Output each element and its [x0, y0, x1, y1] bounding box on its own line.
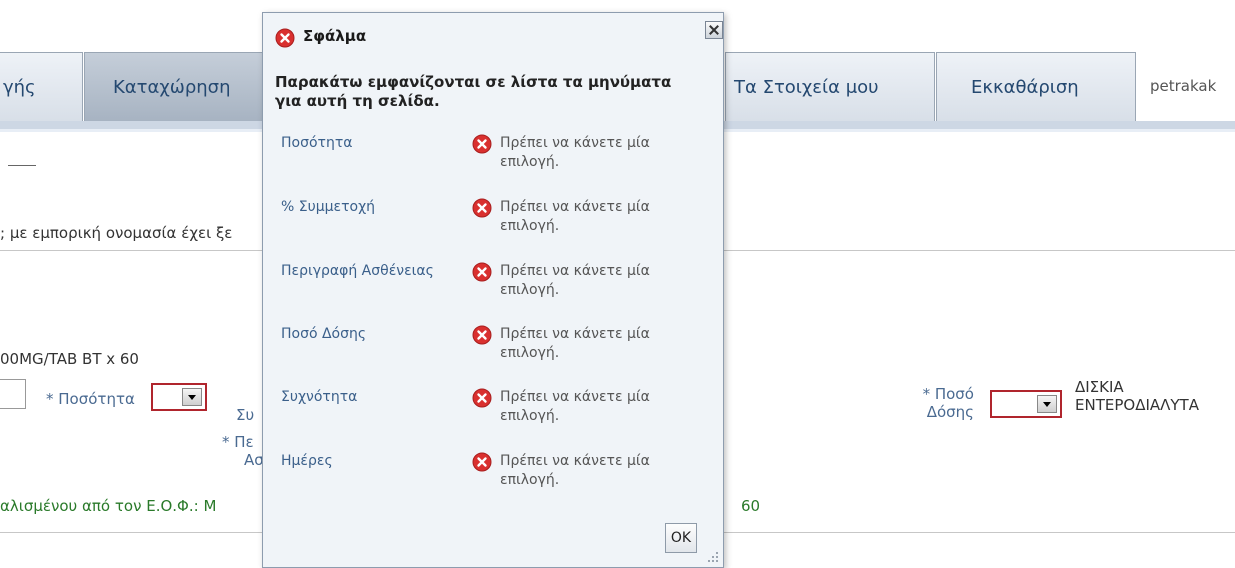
dose-label: * Ποσό Δόσης [922, 385, 974, 421]
error-row: % Συμμετοχή Πρέπει να κάνετε μία επιλογή… [275, 198, 715, 243]
participation-label-partial: Συ [236, 406, 255, 424]
error-field-link[interactable]: Ποσό Δόσης [281, 326, 366, 342]
error-message: Πρέπει να κάνετε μία επιλογή. [500, 389, 650, 424]
error-field-link[interactable]: Ημέρες [281, 453, 333, 469]
approved-price-tail: 60 [741, 497, 761, 515]
tab-registration[interactable]: Καταχώρηση [84, 52, 264, 121]
tab-clearing[interactable]: Εκκαθάριση [936, 52, 1136, 121]
error-field-link[interactable]: Περιγραφή Ασθένειας [281, 263, 434, 279]
error-message: Πρέπει να κάνετε μία επιλογή. [500, 135, 650, 170]
error-icon [472, 134, 492, 154]
approved-price-text: αλισμένου από τον Ε.Ο.Φ.: Μ [0, 497, 217, 515]
product-description: 00MG/TAB BT x 60 [0, 350, 139, 368]
chevron-down-icon[interactable] [1037, 395, 1057, 413]
error-icon [472, 452, 492, 472]
divider [8, 165, 36, 166]
error-icon [472, 198, 492, 218]
error-row: Ποσότητα Πρέπει να κάνετε μία επιλογή. [275, 134, 715, 179]
resize-grip-icon[interactable] [705, 549, 719, 563]
error-dialog: Σφάλμα Παρακάτω εμφανίζονται σε λίστα τα… [262, 12, 724, 568]
partial-input[interactable] [0, 379, 26, 409]
error-field-link[interactable]: % Συμμετοχή [281, 199, 375, 215]
error-icon [472, 325, 492, 345]
dosage-form: ΔΙΣΚΙΑ ΕΝΤΕΡΟΔΙΑΛΥΤΑ [1075, 378, 1199, 414]
error-row: Ποσό Δόσης Πρέπει να κάνετε μία επιλογή. [275, 325, 715, 370]
error-message: Πρέπει να κάνετε μία επιλογή. [500, 263, 650, 298]
error-icon [275, 28, 295, 48]
disease-label-partial: * Πε [222, 433, 254, 451]
error-icon [472, 262, 492, 282]
error-message: Πρέπει να κάνετε μία επιλογή. [500, 199, 650, 234]
error-row: Περιγραφή Ασθένειας Πρέπει να κάνετε μία… [275, 262, 715, 307]
error-field-link[interactable]: Συχνότητα [281, 389, 357, 405]
dialog-title: Σφάλμα [303, 27, 367, 45]
close-icon[interactable] [705, 21, 723, 39]
ok-button[interactable]: OK [665, 523, 697, 553]
tab-partial[interactable]: γής [0, 52, 83, 121]
trade-name-text: ; με εμπορική ονομασία έχει ξε [0, 224, 233, 242]
chevron-down-icon[interactable] [182, 388, 202, 406]
error-message: Πρέπει να κάνετε μία επιλογή. [500, 326, 650, 361]
dialog-intro: Παρακάτω εμφανίζονται σε λίστα τα μηνύμα… [275, 73, 672, 110]
quantity-label: * Ποσότητα [46, 390, 135, 408]
disease-label-partial-2: Ασ [244, 451, 264, 469]
error-icon [472, 388, 492, 408]
error-row: Συχνότητα Πρέπει να κάνετε μία επιλογή. [275, 388, 715, 433]
username: petrakak [1150, 77, 1217, 95]
quantity-select[interactable] [151, 383, 207, 411]
error-row: Ημέρες Πρέπει να κάνετε μία επιλογή. [275, 452, 715, 497]
tab-my-details[interactable]: Τα Στοιχεία μου [725, 52, 935, 121]
dose-select[interactable] [990, 390, 1062, 418]
error-message: Πρέπει να κάνετε μία επιλογή. [500, 453, 650, 488]
error-field-link[interactable]: Ποσότητα [281, 135, 353, 151]
